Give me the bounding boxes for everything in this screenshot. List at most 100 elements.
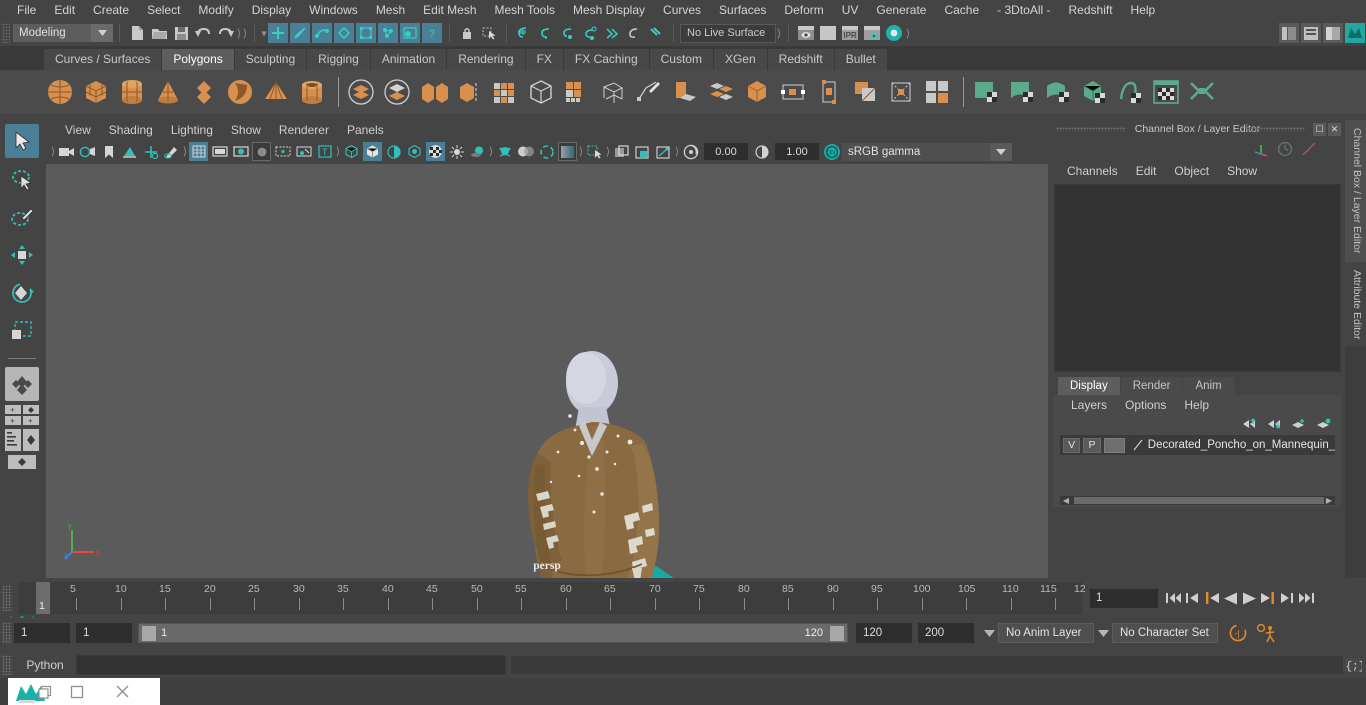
shadows-icon[interactable] (468, 142, 487, 161)
menu-item-modify[interactable]: Modify (189, 0, 242, 20)
step-back-keyframe-icon[interactable] (1183, 587, 1202, 609)
menu-item-select[interactable]: Select (138, 0, 189, 20)
viewport-3d-canvas[interactable]: y x z persp (46, 164, 1048, 578)
color-management-toggle-icon[interactable]: ON (823, 143, 841, 161)
new-layer-icon[interactable] (1291, 418, 1306, 430)
range-slider-grip[interactable] (2, 622, 12, 644)
poly-bevel-icon[interactable] (453, 75, 485, 109)
wireframe-icon[interactable] (342, 142, 361, 161)
shelf-tab-rendering[interactable]: Rendering (447, 49, 526, 70)
current-time-indicator[interactable]: 1 (36, 582, 50, 614)
scroll-right-arrow[interactable]: ▶ (1323, 496, 1335, 505)
color-management-dropdown-arrow[interactable] (990, 142, 1012, 161)
viewport-expander[interactable]: ⟩ (50, 144, 56, 160)
step-forward-frame-icon[interactable] (1259, 587, 1278, 609)
xray-joints-icon[interactable] (654, 142, 673, 161)
two-d-pan-zoom-icon[interactable] (141, 142, 160, 161)
uv-cylindrical-icon[interactable] (1006, 75, 1038, 109)
uv-editor-icon[interactable] (1150, 75, 1182, 109)
layer-color-swatch[interactable] (1103, 437, 1125, 453)
menu-item-redshift[interactable]: Redshift (1060, 0, 1122, 20)
select-camera-icon[interactable] (57, 142, 76, 161)
image-plane-icon[interactable] (120, 142, 139, 161)
go-to-start-icon[interactable] (1164, 587, 1183, 609)
shelf-tab-animation[interactable]: Animation (370, 49, 448, 70)
viewport-expander-6[interactable]: ⟩ (605, 144, 611, 160)
viewport-expander-5[interactable]: ⟩ (578, 144, 584, 160)
select-tool-icon[interactable] (479, 23, 499, 43)
step-back-frame-icon[interactable] (1202, 587, 1221, 609)
shelf-tab-rigging[interactable]: Rigging (307, 49, 371, 70)
anim-layer-dropdown-arrow[interactable] (980, 623, 998, 643)
viewport-expander-2[interactable]: ⟩ (182, 144, 188, 160)
text-display-icon[interactable]: T (315, 142, 334, 161)
color-management-selector[interactable]: sRGB gamma (842, 142, 990, 161)
layer-name[interactable]: Decorated_Poncho_on_Mannequin_C (1148, 439, 1335, 451)
component-mask-icon[interactable] (356, 23, 376, 43)
viewport-menu-renderer[interactable]: Renderer (270, 123, 338, 137)
anim-layer-selector[interactable]: No Anim Layer (998, 623, 1094, 643)
play-backwards-icon[interactable] (1221, 587, 1240, 609)
range-slider-right-handle[interactable] (830, 626, 844, 641)
menu-item-mesh-tools[interactable]: Mesh Tools (486, 0, 564, 20)
panel-drag-dots-left[interactable] (1056, 127, 1126, 131)
snap-to-view-plane-icon[interactable] (624, 23, 644, 43)
layer-playback-toggle[interactable]: P (1083, 437, 1101, 453)
select-by-render-icon[interactable] (400, 23, 420, 43)
poly-prism-icon[interactable] (224, 75, 256, 109)
shelf-tab-fx-caching[interactable]: FX Caching (563, 49, 650, 70)
show-channel-box-icon[interactable] (1279, 23, 1299, 43)
grid-icon[interactable] (189, 142, 208, 161)
poly-torus-icon[interactable] (188, 75, 220, 109)
viewport-gradient-icon[interactable] (558, 142, 577, 161)
viewport-menu-view[interactable]: View (56, 123, 100, 137)
rotate-tool-button[interactable] (5, 276, 39, 310)
status-expander-5[interactable]: ⟩ (905, 25, 911, 41)
poly-mirror-icon[interactable] (561, 75, 593, 109)
hypershade-icon[interactable] (884, 23, 904, 43)
scale-tool-button[interactable] (5, 314, 39, 348)
poly-smooth-icon[interactable] (597, 75, 629, 109)
time-slider-grip[interactable] (2, 585, 12, 611)
shelf-tab-bullet[interactable]: Bullet (834, 49, 888, 70)
menu-set-selector[interactable]: Modeling (13, 24, 91, 42)
menu-item-windows[interactable]: Windows (300, 0, 367, 20)
vertical-tab-channel-box[interactable]: Channel Box / Layer Editor (1345, 120, 1366, 262)
undock-icon[interactable]: ☐ (1313, 122, 1326, 136)
uv-unfold-icon[interactable] (1114, 75, 1146, 109)
shelf-tab-polygons[interactable]: Polygons (162, 49, 235, 70)
uv-spherical-icon[interactable] (1042, 75, 1074, 109)
poly-extrude-icon[interactable] (417, 75, 449, 109)
layer-visibility-toggle[interactable]: V (1063, 437, 1081, 453)
menu-item-deform[interactable]: Deform (775, 0, 832, 20)
exposure-icon[interactable] (681, 142, 700, 161)
snap-to-curve-icon[interactable] (536, 23, 556, 43)
layer-menu-help[interactable]: Help (1175, 398, 1218, 412)
poly-pipe-icon[interactable] (296, 75, 328, 109)
go-to-end-icon[interactable] (1297, 587, 1316, 609)
texture-mode-icon[interactable] (426, 142, 445, 161)
select-by-object-icon[interactable] (290, 23, 310, 43)
curve-icon[interactable] (1301, 141, 1317, 157)
character-set-selector[interactable]: No Character Set (1112, 623, 1218, 643)
layer-menu-options[interactable]: Options (1116, 398, 1175, 412)
snap-to-projected-center-icon[interactable] (580, 23, 600, 43)
render-settings-icon[interactable] (862, 23, 882, 43)
poly-append-icon[interactable] (525, 75, 557, 109)
ambient-occlusion-icon[interactable] (495, 142, 514, 161)
status-expander-2[interactable]: ⟩ (242, 25, 248, 41)
menu-item-3dtoall[interactable]: - 3DtoAll - (988, 0, 1059, 20)
poly-cone-icon[interactable] (152, 75, 184, 109)
animation-end-time-field[interactable]: 200 (918, 623, 974, 643)
range-slider-left-handle[interactable] (142, 626, 156, 641)
layer-tab-render[interactable]: Render (1120, 377, 1183, 395)
menu-item-edit[interactable]: Edit (45, 0, 84, 20)
menu-item-cache[interactable]: Cache (935, 0, 988, 20)
select-by-hierarchy-icon[interactable] (268, 23, 288, 43)
close-window-icon[interactable] (100, 678, 144, 705)
status-expander-3[interactable]: ▾ (261, 25, 267, 41)
flat-shade-icon[interactable] (384, 142, 403, 161)
layer-tab-anim[interactable]: Anim (1183, 377, 1234, 395)
uv-layout-icon[interactable] (1186, 75, 1218, 109)
layer-list-horizontal-scrollbar[interactable]: ◀ ▶ (1060, 496, 1335, 505)
